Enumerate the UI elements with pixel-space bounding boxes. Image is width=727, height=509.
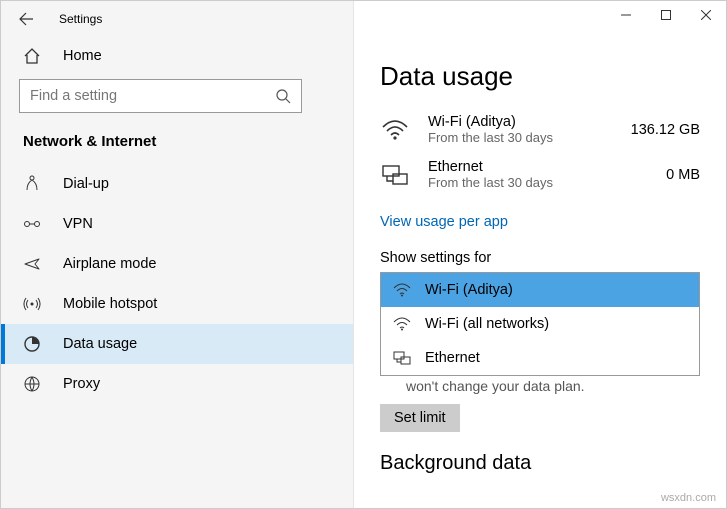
proxy-icon [23,375,41,393]
hint-text: won't change your data plan. [380,378,700,394]
dropdown-option-label: Ethernet [425,350,480,366]
nav-item-label: Airplane mode [63,256,157,272]
nav-item-label: Proxy [63,376,100,392]
dropdown-option-label: Wi-Fi (Aditya) [425,282,513,298]
search-icon [275,88,291,104]
home-icon [23,47,41,65]
watermark: wsxdn.com [661,492,716,504]
home-button[interactable]: Home [1,37,353,75]
usage-name: Wi-Fi (Aditya) [428,114,613,130]
back-button[interactable] [17,10,35,28]
hotspot-icon [23,295,41,313]
vpn-icon [23,215,41,233]
set-limit-button[interactable]: Set limit [380,404,460,432]
dropdown-option-ethernet[interactable]: Ethernet [381,341,699,375]
usage-value: 136.12 GB [631,122,700,138]
section-heading-background-data: Background data [380,452,700,475]
search-input[interactable] [30,88,275,104]
window-title: Settings [59,12,102,26]
dropdown-option-wifi-aditya[interactable]: Wi-Fi (Aditya) [381,273,699,307]
home-label: Home [63,48,102,64]
main-content: Data usage Wi-Fi (Aditya) From the last … [354,1,726,508]
wifi-icon [393,281,411,299]
nav-item-label: VPN [63,216,93,232]
view-usage-per-app-link[interactable]: View usage per app [380,214,508,230]
wifi-icon [393,315,411,333]
usage-name: Ethernet [428,159,648,175]
arrow-left-icon [18,11,34,27]
data-usage-icon [23,335,41,353]
title-bar: Settings [1,1,353,37]
dropdown-option-wifi-all[interactable]: Wi-Fi (all networks) [381,307,699,341]
nav-item-label: Dial-up [63,176,109,192]
sidebar: Settings Home Network & Internet Dial [1,1,354,508]
nav-list: Dial-up VPN Airplane mode Mobile hotspot [1,164,353,404]
close-button[interactable] [686,1,726,29]
minimize-button[interactable] [606,1,646,29]
usage-sub: From the last 30 days [428,130,613,145]
nav-item-data-usage[interactable]: Data usage [1,324,353,364]
minimize-icon [621,10,631,20]
ethernet-icon [393,349,411,367]
wifi-icon [380,115,410,145]
nav-item-label: Data usage [63,336,137,352]
nav-item-dial-up[interactable]: Dial-up [1,164,353,204]
page-title: Data usage [380,61,700,92]
nav-item-vpn[interactable]: VPN [1,204,353,244]
show-settings-for-dropdown[interactable]: Wi-Fi (Aditya) Wi-Fi (all networks) Ethe… [380,272,700,376]
nav-item-airplane-mode[interactable]: Airplane mode [1,244,353,284]
usage-row-wifi: Wi-Fi (Aditya) From the last 30 days 136… [380,114,700,145]
window-controls [606,1,726,29]
section-title: Network & Internet [1,133,353,150]
close-icon [701,10,711,20]
dropdown-label: Show settings for [380,250,700,266]
airplane-icon [23,255,41,273]
search-box[interactable] [19,79,302,113]
settings-window: Settings Home Network & Internet Dial [0,0,727,509]
usage-value: 0 MB [666,167,700,183]
nav-item-proxy[interactable]: Proxy [1,364,353,404]
usage-row-ethernet: Ethernet From the last 30 days 0 MB [380,159,700,190]
ethernet-icon [380,160,410,190]
dial-up-icon [23,175,41,193]
nav-item-mobile-hotspot[interactable]: Mobile hotspot [1,284,353,324]
maximize-icon [661,10,671,20]
maximize-button[interactable] [646,1,686,29]
nav-item-label: Mobile hotspot [63,296,157,312]
dropdown-option-label: Wi-Fi (all networks) [425,316,549,332]
usage-sub: From the last 30 days [428,175,648,190]
search-container [1,79,353,113]
